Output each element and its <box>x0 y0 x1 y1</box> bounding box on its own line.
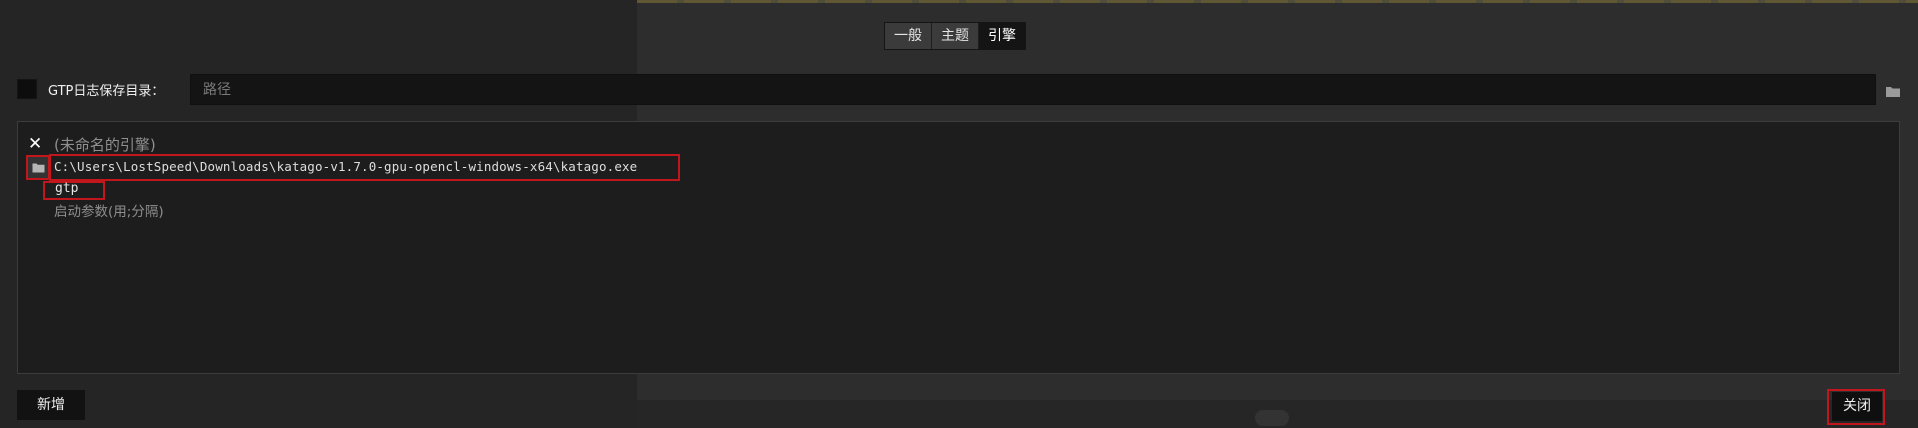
startup-args-field[interactable]: 启动参数(用;分隔) <box>54 200 164 220</box>
background-ghost-control <box>1255 410 1289 426</box>
tab-general[interactable]: 一般 <box>885 23 932 49</box>
gtp-log-path-input[interactable] <box>190 74 1876 105</box>
engine-name[interactable]: (未命名的引擎) <box>54 134 156 155</box>
settings-tabs: 一般 主题 引擎 <box>884 22 1026 50</box>
command-field[interactable]: gtp <box>55 181 78 196</box>
browse-executable-button[interactable] <box>26 155 50 180</box>
folder-icon[interactable] <box>1885 83 1901 102</box>
gtp-log-checkbox[interactable] <box>17 79 37 99</box>
executable-path-field[interactable]: C:\Users\LostSpeed\Downloads\katago-v1.7… <box>54 159 637 174</box>
close-button[interactable]: 关闭 <box>1832 392 1882 421</box>
add-engine-button[interactable]: 新增 <box>17 390 85 420</box>
folder-icon <box>32 158 45 177</box>
background-board-strip <box>637 0 1918 3</box>
tab-theme[interactable]: 主题 <box>932 23 979 49</box>
close-icon[interactable]: ✕ <box>28 134 42 154</box>
tab-engine[interactable]: 引擎 <box>979 23 1025 49</box>
gtp-log-label: GTP日志保存目录： <box>48 84 165 99</box>
